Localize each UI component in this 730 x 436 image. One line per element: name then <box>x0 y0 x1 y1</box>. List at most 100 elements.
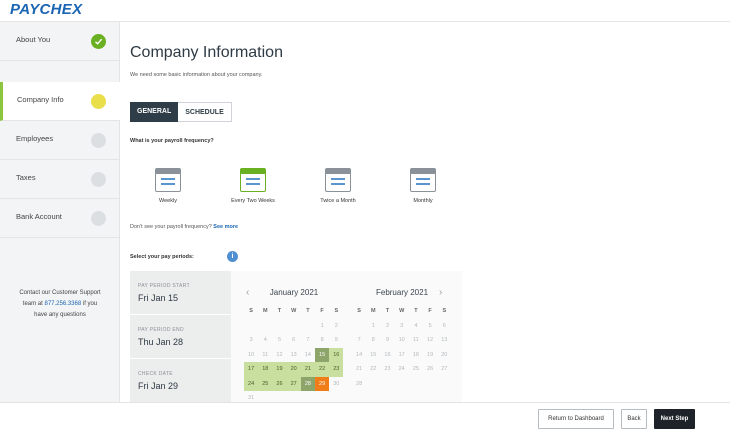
calendar-day[interactable]: 4 <box>258 333 272 348</box>
calendar-day[interactable]: 21 <box>352 362 366 377</box>
calendar-day[interactable]: 23 <box>380 362 394 377</box>
weekday-header: S <box>357 308 361 314</box>
sidebar-step-bank-account[interactable]: Bank Account <box>0 199 120 238</box>
calendar-day[interactable]: 1 <box>315 319 329 334</box>
sidebar-step-taxes[interactable]: Taxes <box>0 160 120 199</box>
pay-period-calendar: PAY PERIOD START Fri Jan 15 PAY PERIOD E… <box>130 271 462 403</box>
calendar-day[interactable]: 12 <box>272 348 286 363</box>
calendar-day[interactable]: 11 <box>409 333 423 348</box>
calendar-day[interactable]: 26 <box>423 362 437 377</box>
calendar-day[interactable]: 16 <box>329 347 344 362</box>
calendar-day[interactable]: 1 <box>366 319 380 334</box>
calendar-day[interactable]: 27 <box>437 362 451 377</box>
calendar-day[interactable]: 17 <box>395 348 409 363</box>
calendar-day[interactable]: 27 <box>286 376 301 391</box>
support-line-1: Contact our Customer Support <box>19 290 101 296</box>
calendar-day[interactable]: 21 <box>300 362 315 377</box>
calendar-day[interactable]: 24 <box>244 376 259 391</box>
weekday-header: T <box>414 308 418 314</box>
support-phone-link[interactable]: 877.256.3368 <box>44 301 81 307</box>
frequency-question: What is your payroll frequency? <box>130 138 214 144</box>
frequency-label: Monthly <box>413 198 433 204</box>
calendar-day[interactable]: 8 <box>366 333 380 348</box>
calendar-day[interactable]: 25 <box>409 362 423 377</box>
info-icon[interactable]: i <box>227 251 238 262</box>
calendar-day[interactable]: 15 <box>315 347 330 362</box>
frequency-option-every-two-weeks[interactable]: Every Two Weeks <box>220 168 280 208</box>
calendar-day[interactable]: 18 <box>258 362 273 377</box>
sidebar-step-company-info[interactable]: Company Info <box>0 82 120 121</box>
calendar-day[interactable]: 2 <box>380 319 394 334</box>
calendar-day[interactable]: 3 <box>244 333 258 348</box>
calendar-day[interactable]: 16 <box>380 348 394 363</box>
calendar-day[interactable]: 28 <box>300 376 315 391</box>
calendar-icon <box>155 168 181 192</box>
calendar-day[interactable]: 7 <box>352 333 366 348</box>
tab-schedule[interactable]: SCHEDULE <box>178 102 232 122</box>
current-step-icon <box>91 94 106 109</box>
date-value: Thu Jan 28 <box>138 337 184 347</box>
calendar-day[interactable]: 4 <box>409 319 423 334</box>
calendar-day[interactable]: 11 <box>258 348 272 363</box>
weekday-header: S <box>334 308 339 314</box>
calendar-day[interactable]: 28 <box>352 377 366 392</box>
sidebar-step-about-you[interactable]: About You <box>0 22 120 61</box>
calendar-day[interactable]: 13 <box>287 348 301 363</box>
calendar-day[interactable]: 29 <box>315 376 330 391</box>
calendar-day[interactable]: 17 <box>244 362 259 377</box>
footer-bar: Return to Dashboard Back Next Step <box>0 402 730 436</box>
calendar-day[interactable]: 22 <box>366 362 380 377</box>
calendar-day[interactable]: 14 <box>352 348 366 363</box>
calendar-day[interactable]: 13 <box>437 333 451 348</box>
date-label: PAY PERIOD START <box>138 283 190 289</box>
tab-general[interactable]: GENERAL <box>130 102 179 122</box>
see-more-link[interactable]: See more <box>213 224 238 230</box>
calendar-day[interactable]: 9 <box>329 333 343 348</box>
pay-periods-label: Select your pay periods: <box>130 254 194 260</box>
calendar-day[interactable]: 22 <box>315 362 330 377</box>
paychex-logo[interactable]: PAYCHEX <box>10 1 82 18</box>
back-button[interactable]: Back <box>621 409 647 429</box>
step-label: About You <box>16 35 51 44</box>
calendar-day[interactable]: 3 <box>395 319 409 334</box>
calendar-day[interactable]: 25 <box>258 376 273 391</box>
calendar-day[interactable]: 20 <box>437 348 451 363</box>
frequency-label: Every Two Weeks <box>231 198 275 204</box>
calendar-day[interactable]: 23 <box>329 362 344 377</box>
calendar-day[interactable]: 8 <box>315 333 329 348</box>
date-value: Fri Jan 15 <box>138 293 179 303</box>
section-tabs: GENERAL SCHEDULE <box>130 102 232 122</box>
pay-period-end: PAY PERIOD END Thu Jan 28 <box>130 315 231 359</box>
weekday-header: M <box>262 308 268 314</box>
weekday-header: W <box>291 308 297 314</box>
next-step-button[interactable]: Next Step <box>654 409 695 429</box>
calendar-day[interactable]: 10 <box>395 333 409 348</box>
calendar-day[interactable]: 24 <box>395 362 409 377</box>
calendar-day[interactable]: 10 <box>244 348 258 363</box>
frequency-option-monthly[interactable]: Monthly <box>390 168 450 208</box>
calendar-day[interactable]: 19 <box>423 348 437 363</box>
check-date: CHECK DATE Fri Jan 29 <box>130 359 231 403</box>
calendar-day[interactable]: 18 <box>409 348 423 363</box>
frequency-option-twice-a-month[interactable]: Twice a Month <box>305 168 365 208</box>
calendar-day[interactable]: 26 <box>272 376 287 391</box>
frequency-option-weekly[interactable]: Weekly <box>135 168 195 208</box>
calendar-day[interactable]: 20 <box>286 362 301 377</box>
return-to-dashboard-button[interactable]: Return to Dashboard <box>538 409 614 429</box>
calendar-day[interactable]: 30 <box>329 377 343 392</box>
calendar-day[interactable]: 14 <box>301 348 315 363</box>
calendar-day[interactable]: 5 <box>272 333 286 348</box>
month-title: February 2021 <box>375 288 429 297</box>
weekday-header: M <box>370 308 376 314</box>
calendar-day[interactable]: 2 <box>329 319 343 334</box>
calendar-day[interactable]: 19 <box>272 362 287 377</box>
calendar-day[interactable]: 5 <box>423 319 437 334</box>
calendar-day[interactable]: 6 <box>287 333 301 348</box>
weekday-header: F <box>320 308 324 314</box>
calendar-day[interactable]: 12 <box>423 333 437 348</box>
calendar-day[interactable]: 9 <box>380 333 394 348</box>
calendar-day[interactable]: 6 <box>437 319 451 334</box>
calendar-day[interactable]: 7 <box>301 333 315 348</box>
calendar-day[interactable]: 15 <box>366 348 380 363</box>
sidebar-step-employees[interactable]: Employees <box>0 121 120 160</box>
